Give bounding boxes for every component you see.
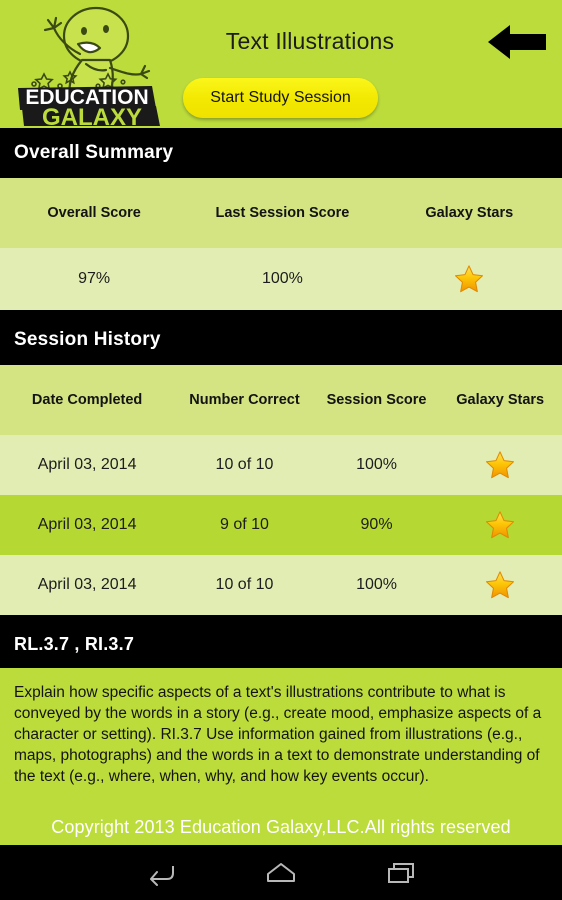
cell-number-correct: 10 of 10 xyxy=(174,435,315,495)
standards-description: Explain how specific aspects of a text's… xyxy=(14,684,542,785)
page-title: Text Illustrations xyxy=(225,28,395,54)
table-row: April 03, 2014 9 of 10 90% xyxy=(0,495,562,555)
cell-galaxy-stars xyxy=(376,248,562,310)
cell-galaxy-stars xyxy=(438,555,562,615)
app-header: EDUCATION GALAXY Text Illustrations Star… xyxy=(0,0,562,128)
column-header-galaxy-stars: Galaxy Stars xyxy=(376,178,562,248)
table-row: April 03, 2014 10 of 10 100% xyxy=(0,555,562,615)
cell-galaxy-stars xyxy=(438,495,562,555)
nav-home-button[interactable] xyxy=(221,845,341,900)
overall-summary-table: Overall Score Last Session Score Galaxy … xyxy=(0,178,562,310)
star-icon xyxy=(454,264,484,294)
cell-number-correct: 9 of 10 xyxy=(174,495,315,555)
home-icon xyxy=(265,861,297,885)
cell-session-score: 100% xyxy=(314,435,439,495)
cell-date-completed: April 03, 2014 xyxy=(0,555,175,615)
session-history-table: Date Completed Number Correct Session Sc… xyxy=(0,365,562,615)
app-screen: EDUCATION GALAXY Text Illustrations Star… xyxy=(0,0,562,900)
copyright-text: Copyright 2013 Education Galaxy,LLC.All … xyxy=(51,816,511,837)
cell-galaxy-stars xyxy=(438,435,562,495)
back-icon xyxy=(146,860,176,886)
cell-overall-score: 97% xyxy=(0,248,189,310)
cell-date-completed: April 03, 2014 xyxy=(0,435,175,495)
start-study-session-button[interactable]: Start Study Session xyxy=(183,78,378,118)
education-galaxy-logo: EDUCATION GALAXY xyxy=(10,2,160,126)
column-header-last-session-score: Last Session Score xyxy=(188,178,377,248)
cell-session-score: 90% xyxy=(314,495,439,555)
table-row: 97% 100% xyxy=(0,248,562,310)
standards-code: RL.3.7 , RI.3.7 xyxy=(14,633,135,654)
cell-last-session-score: 100% xyxy=(188,248,377,310)
star-icon xyxy=(485,510,515,540)
column-header-date-completed: Date Completed xyxy=(0,365,175,435)
column-header-session-score: Session Score xyxy=(314,365,439,435)
star-icon xyxy=(485,570,515,600)
column-header-galaxy-stars: Galaxy Stars xyxy=(438,365,562,435)
back-arrow-icon[interactable] xyxy=(484,20,552,64)
standards-body: Explain how specific aspects of a text's… xyxy=(0,668,562,799)
cell-date-completed: April 03, 2014 xyxy=(0,495,175,555)
nav-recents-button[interactable] xyxy=(341,845,461,900)
logo-text-galaxy: GALAXY xyxy=(42,104,142,126)
table-row: April 03, 2014 10 of 10 100% xyxy=(0,435,562,495)
star-icon xyxy=(485,450,515,480)
session-history-header: Session History xyxy=(0,315,562,365)
cell-number-correct: 10 of 10 xyxy=(174,555,315,615)
column-header-overall-score: Overall Score xyxy=(0,178,189,248)
nav-back-button[interactable] xyxy=(101,845,221,900)
table-header-row: Date Completed Number Correct Session Sc… xyxy=(0,365,562,435)
overall-summary-header: Overall Summary xyxy=(0,128,562,178)
cell-session-score: 100% xyxy=(314,555,439,615)
android-navigation-bar xyxy=(0,845,562,900)
overall-summary-title: Overall Summary xyxy=(14,142,174,163)
session-history-title: Session History xyxy=(14,329,161,350)
table-header-row: Overall Score Last Session Score Galaxy … xyxy=(0,178,562,248)
recents-icon xyxy=(386,860,416,886)
column-header-number-correct: Number Correct xyxy=(174,365,315,435)
standards-header: RL.3.7 , RI.3.7 xyxy=(0,620,562,668)
